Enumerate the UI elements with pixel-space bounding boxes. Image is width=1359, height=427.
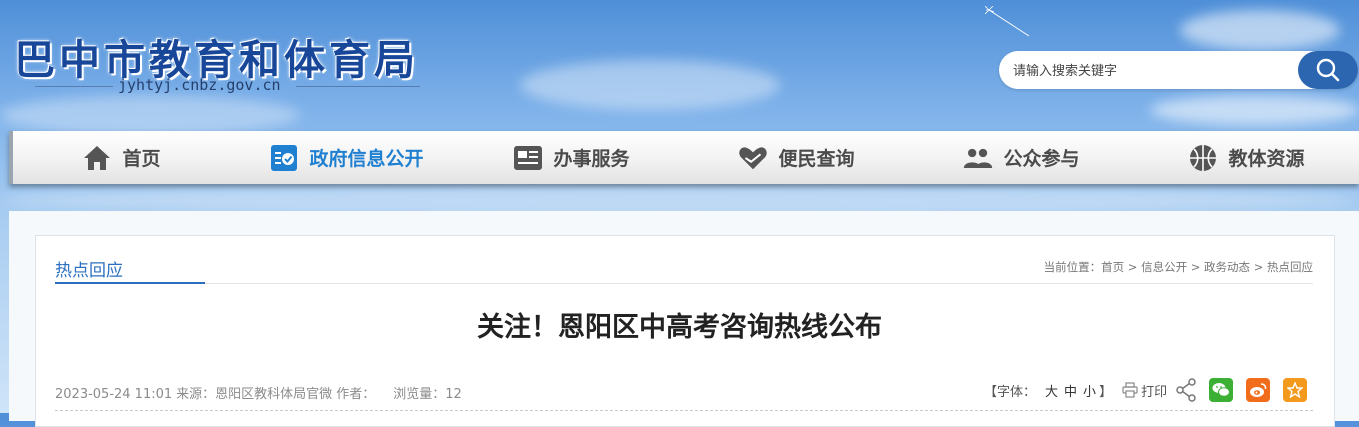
search-box [999,51,1358,91]
views-count: 12 [445,387,462,402]
people-icon [963,143,993,173]
nav-item-home[interactable]: 首页 [9,131,234,184]
cloud-decoration [1180,10,1340,50]
print-label: 打印 [1141,384,1168,400]
gov-info-icon [269,143,299,173]
category-underline [55,282,205,284]
nav-item-services[interactable]: 办事服务 [459,131,684,184]
font-size-close: 】 [1099,384,1113,400]
breadcrumb-item-info[interactable]: 信息公开 [1141,260,1187,274]
source-label: 来源： [176,387,216,402]
search-button[interactable] [1298,51,1358,89]
favorite-button[interactable] [1283,378,1308,402]
divider [296,86,420,87]
category-title[interactable]: 热点回应 [55,256,123,281]
main-nav: 首页 政府信息公开 办事服务 便民查询 公众参与 教体资源 [9,131,1359,184]
weibo-icon [1250,383,1267,397]
nav-item-gov-info[interactable]: 政府信息公开 [234,131,459,184]
article-meta: 2023-05-24 11:01 来源：恩阳区教科体局官微 作者： 浏览量：12 [55,383,466,402]
heart-hand-icon [738,143,768,173]
nav-label: 便民查询 [778,148,855,170]
dandelion-icon [985,6,1030,37]
breadcrumb-prefix: 当前位置： [1043,260,1102,274]
article-date: 2023-05-24 11:01 [55,387,173,402]
nav-label: 公众参与 [1003,148,1080,170]
search-input[interactable] [1011,51,1285,91]
nav-label: 政府信息公开 [309,148,424,170]
font-size-large[interactable]: 大 [1045,381,1058,400]
share-wechat-button[interactable] [1209,378,1234,402]
author-label: 作者： [336,387,376,402]
font-size-small[interactable]: 小 [1083,381,1096,400]
site-domain: jyhtyj.cnbz.gov.cn [118,76,281,94]
breadcrumb-separator: > [1187,260,1205,274]
nav-label: 首页 [122,148,161,170]
cloud-decoration [1150,95,1359,125]
article-title: 关注！恩阳区中高考咨询热线公布 [477,312,882,343]
font-size-medium[interactable]: 中 [1064,381,1077,400]
divider [205,283,1313,284]
breadcrumb-separator: > [1250,260,1267,274]
cloud-decoration [520,60,780,110]
share-weibo-button[interactable] [1246,378,1271,402]
share-icon[interactable] [1175,378,1197,402]
printer-icon [1122,382,1138,398]
divider [55,410,1313,411]
print-button[interactable]: 打印 [1122,381,1167,400]
breadcrumb-separator: > [1124,260,1142,274]
nav-label: 教体资源 [1228,148,1305,170]
article-tools: 【字体： 大 中 小 】 打印 [984,376,1320,404]
divider [35,86,113,87]
favorite-icon [1287,382,1304,398]
nav-item-resources[interactable]: 教体资源 [1134,131,1359,184]
nav-label: 办事服务 [553,148,630,170]
ball-icon [1188,143,1218,173]
home-icon [82,143,112,173]
breadcrumb-item-news[interactable]: 政务动态 [1204,260,1250,274]
cloud-decoration [0,95,300,135]
breadcrumb: 当前位置：首页 > 信息公开 > 政务动态 > 热点回应 [1044,259,1313,275]
font-size-label: 【字体： [984,384,1037,400]
views-label: 浏览量： [393,387,446,402]
breadcrumb-item-home[interactable]: 首页 [1101,260,1124,274]
nav-item-inquiry[interactable]: 便民查询 [684,131,909,184]
breadcrumb-item-hot[interactable]: 热点回应 [1267,260,1313,274]
wechat-icon [1212,383,1231,397]
search-icon [1316,58,1340,82]
nav-item-participation[interactable]: 公众参与 [909,131,1134,184]
article-source: 恩阳区教科体局官微 [215,387,333,402]
service-card-icon [513,143,543,173]
